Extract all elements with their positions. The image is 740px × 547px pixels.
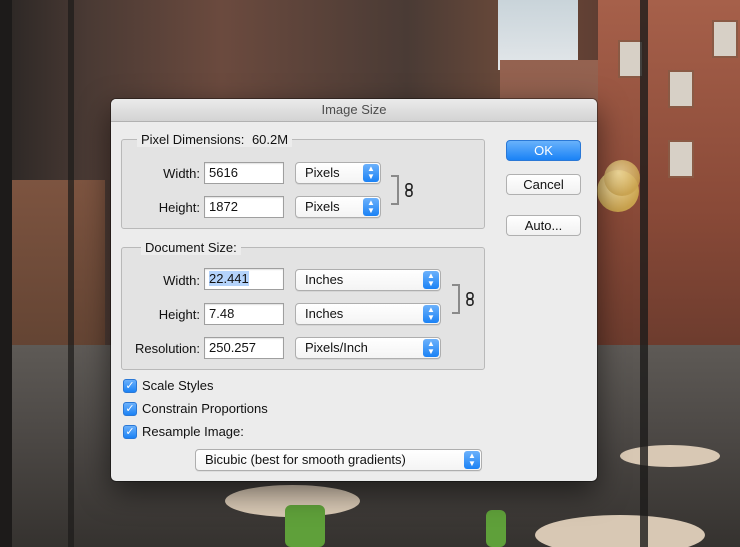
- resample-image-label: Resample Image:: [142, 424, 244, 439]
- doc-height-value: 7.48: [209, 306, 235, 321]
- pixel-height-label: Height:: [158, 200, 200, 215]
- document-size-title: Document Size:: [141, 240, 241, 255]
- checkmark-icon: ✓: [123, 378, 137, 393]
- scale-styles-label: Scale Styles: [142, 378, 214, 393]
- doc-height-label: Height:: [158, 307, 200, 322]
- pixel-width-value: 5616: [209, 165, 238, 180]
- ok-button[interactable]: OK: [506, 140, 581, 161]
- image-size-dialog: Image Size Pixel Dimensions: 60.2M Width…: [111, 99, 597, 481]
- background-chair: [285, 505, 325, 547]
- resample-image-checkbox[interactable]: ✓ Resample Image:: [123, 424, 244, 439]
- doc-width-value: 22.441: [209, 271, 249, 286]
- constrain-proportions-label: Constrain Proportions: [142, 401, 268, 416]
- constrain-proportions-checkbox[interactable]: ✓ Constrain Proportions: [123, 401, 268, 416]
- pixel-dimensions-size: 60.2M: [251, 132, 289, 147]
- resolution-value: 250.257: [209, 340, 256, 355]
- doc-width-unit-select[interactable]: Inches ▲ ▼: [295, 269, 441, 291]
- background-table: [620, 445, 720, 467]
- background-window: [668, 140, 694, 178]
- resolution-unit: Pixels/Inch: [305, 340, 368, 355]
- background-pillar: [68, 0, 74, 547]
- background-pillar: [640, 0, 648, 547]
- up-down-chevron-icon: ▲ ▼: [423, 339, 439, 357]
- background-window: [712, 20, 738, 58]
- background-table: [535, 515, 705, 547]
- resolution-unit-select[interactable]: Pixels/Inch ▲ ▼: [295, 337, 441, 359]
- up-down-chevron-icon: ▲ ▼: [363, 164, 379, 182]
- scale-styles-checkbox[interactable]: ✓ Scale Styles: [123, 378, 214, 393]
- document-link-bracket: [452, 284, 460, 314]
- doc-height-input[interactable]: 7.48: [204, 303, 284, 325]
- up-down-chevron-icon: ▲ ▼: [423, 271, 439, 289]
- doc-width-input[interactable]: 22.441: [204, 268, 284, 290]
- pixel-width-unit: Pixels: [305, 165, 340, 180]
- pixel-dimensions-heading: Pixel Dimensions: 60.2M: [137, 132, 293, 147]
- doc-height-unit: Inches: [305, 306, 344, 321]
- pixel-height-unit: Pixels: [305, 199, 340, 214]
- pixel-link-bracket: [391, 175, 399, 205]
- pixel-dimensions-title: Pixel Dimensions:: [141, 132, 245, 147]
- checkmark-icon: ✓: [123, 401, 137, 416]
- up-down-chevron-icon: ▲ ▼: [363, 198, 379, 216]
- doc-width-label: Width:: [163, 273, 200, 288]
- chain-link-icon: [466, 292, 474, 306]
- pixel-width-input[interactable]: 5616: [204, 162, 284, 184]
- background-lamp: [604, 160, 640, 196]
- up-down-chevron-icon: ▲ ▼: [423, 305, 439, 323]
- dialog-title: Image Size: [111, 99, 597, 122]
- checkmark-icon: ✓: [123, 424, 137, 439]
- pixel-height-unit-select[interactable]: Pixels ▲ ▼: [295, 196, 381, 218]
- pixel-width-unit-select[interactable]: Pixels ▲ ▼: [295, 162, 381, 184]
- resolution-input[interactable]: 250.257: [204, 337, 284, 359]
- background-pillar: [0, 0, 12, 547]
- pixel-height-input[interactable]: 1872: [204, 196, 284, 218]
- doc-height-unit-select[interactable]: Inches ▲ ▼: [295, 303, 441, 325]
- resample-method-select[interactable]: Bicubic (best for smooth gradients) ▲ ▼: [195, 449, 482, 471]
- pixel-width-label: Width:: [163, 166, 200, 181]
- background-window: [668, 70, 694, 108]
- pixel-height-value: 1872: [209, 199, 238, 214]
- up-down-chevron-icon: ▲ ▼: [464, 451, 480, 469]
- resolution-label: Resolution:: [134, 341, 200, 356]
- chain-link-icon: [405, 183, 413, 197]
- auto-button[interactable]: Auto...: [506, 215, 581, 236]
- doc-width-unit: Inches: [305, 272, 344, 287]
- cancel-button[interactable]: Cancel: [506, 174, 581, 195]
- background-chair: [486, 510, 506, 547]
- resample-method-value: Bicubic (best for smooth gradients): [205, 452, 406, 467]
